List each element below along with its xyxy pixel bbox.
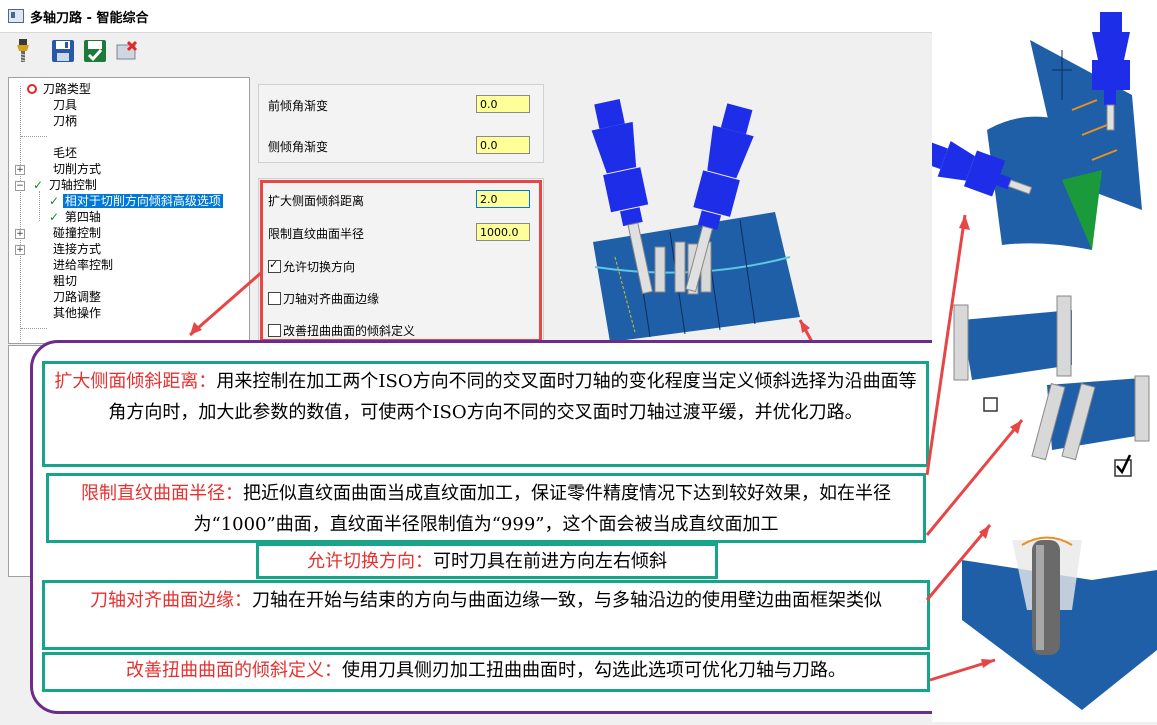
- right-pointer-arrows: [925, 214, 1024, 682]
